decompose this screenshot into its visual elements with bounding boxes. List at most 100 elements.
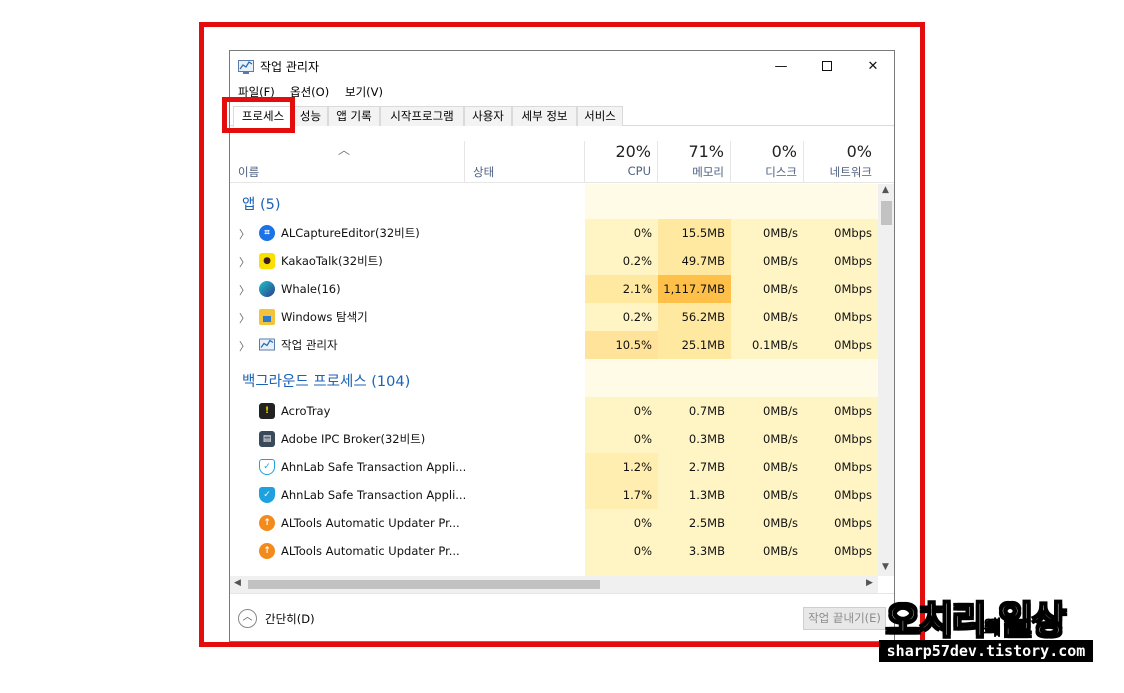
scroll-up-icon[interactable]: ▲ — [882, 185, 889, 195]
process-disk: 0MB/s — [731, 247, 804, 275]
process-row[interactable]: ✓ AhnLab Safe Transaction Appli... 1.2% … — [230, 453, 878, 481]
scroll-left-icon[interactable]: ◀ — [234, 578, 241, 588]
tab-details[interactable]: 세부 정보 — [512, 106, 577, 126]
process-memory: 2.5MB — [658, 509, 731, 537]
process-row[interactable]: 〉 작업 관리자 10.5% 25.1MB 0.1MB/s 0Mbps — [230, 331, 878, 359]
process-name: AhnLab Safe Transaction Appli... — [281, 460, 467, 474]
horizontal-scrollbar[interactable]: ◀ ▶ — [230, 576, 878, 593]
altools-updater-icon: ↑ — [259, 543, 275, 559]
maximize-icon — [822, 61, 832, 71]
menu-view[interactable]: 보기(V) — [345, 84, 383, 100]
process-memory: 1,117.7MB — [658, 275, 731, 303]
network-label: 네트워크 — [829, 165, 872, 179]
window-title: 작업 관리자 — [260, 60, 320, 74]
process-network: 0Mbps — [804, 331, 878, 359]
process-disk: 0MB/s — [731, 453, 804, 481]
tab-bar: 프로세스 성능 앱 기록 시작프로그램 사용자 세부 정보 서비스 — [230, 106, 894, 127]
process-cpu: 10.5% — [585, 331, 658, 359]
process-net-partial — [804, 565, 878, 576]
chevron-right-icon[interactable]: 〉 — [239, 226, 250, 242]
process-mem-partial — [658, 565, 731, 576]
process-memory: 0.7MB — [658, 397, 731, 425]
horizontal-scroll-thumb[interactable] — [248, 580, 600, 589]
process-row[interactable]: ↑ ALTools Automatic Updater Pr... 0% 3.3… — [230, 537, 878, 565]
column-memory[interactable]: 71% 메모리 — [658, 141, 731, 183]
group-disk-fill — [731, 359, 804, 397]
process-network: 0Mbps — [804, 275, 878, 303]
chevron-right-icon[interactable]: 〉 — [239, 338, 250, 354]
group-mem-fill — [658, 359, 731, 397]
process-row[interactable]: ! AcroTray 0% 0.7MB 0MB/s 0Mbps — [230, 397, 878, 425]
process-disk: 0MB/s — [731, 537, 804, 565]
scroll-down-icon[interactable]: ▼ — [882, 562, 889, 572]
group-cpu-fill — [585, 359, 658, 397]
process-disk: 0MB/s — [731, 397, 804, 425]
process-row[interactable]: ✓ AhnLab Safe Transaction Appli... 1.7% … — [230, 481, 878, 509]
network-total: 0% — [846, 142, 872, 161]
process-network: 0Mbps — [804, 481, 878, 509]
process-network: 0Mbps — [804, 537, 878, 565]
process-cpu: 1.7% — [585, 481, 658, 509]
fewer-details-link[interactable]: 간단히(D) — [265, 611, 315, 627]
menu-options[interactable]: 옵션(O) — [290, 84, 329, 100]
process-row[interactable]: 〉 ● KakaoTalk(32비트) 0.2% 49.7MB 0MB/s 0M… — [230, 247, 878, 275]
column-name[interactable]: ︿ 이름 — [230, 141, 465, 183]
chevron-right-icon[interactable]: 〉 — [239, 310, 250, 326]
process-cpu: 0% — [585, 509, 658, 537]
adobe-ipc-icon: ▤ — [259, 431, 275, 447]
minimize-icon: — — [774, 58, 788, 74]
memory-label: 메모리 — [692, 165, 724, 179]
disk-total: 0% — [771, 142, 797, 161]
column-status[interactable]: 상태 — [465, 141, 585, 183]
process-network: 0Mbps — [804, 247, 878, 275]
process-disk: 0MB/s — [731, 303, 804, 331]
column-disk[interactable]: 0% 디스크 — [731, 141, 804, 183]
end-task-button[interactable]: 작업 끝내기(E) — [803, 607, 886, 630]
maximize-button[interactable] — [804, 51, 850, 81]
process-row[interactable]: ▤ Adobe IPC Broker(32비트) 0% 0.3MB 0MB/s … — [230, 425, 878, 453]
process-row[interactable]: 〉 Whale(16) 2.1% 1,117.7MB 0MB/s 0Mbps — [230, 275, 878, 303]
process-row[interactable]: 〉 Windows 탐색기 0.2% 56.2MB 0MB/s 0Mbps — [230, 303, 878, 331]
chevron-right-icon[interactable]: 〉 — [239, 282, 250, 298]
process-row[interactable]: ↑ ALTools Automatic Updater Pr... 0% 2.5… — [230, 509, 878, 537]
group-title-apps: 앱 (5) — [242, 197, 281, 213]
vertical-scroll-thumb[interactable] — [881, 201, 892, 225]
watermark-title-end: 일상 — [998, 598, 1067, 643]
process-memory: 25.1MB — [658, 331, 731, 359]
process-cpu: 0% — [585, 537, 658, 565]
column-status-label: 상태 — [473, 165, 495, 179]
tab-app-history[interactable]: 앱 기록 — [328, 106, 380, 126]
group-header-background: 백그라운드 프로세스 (104) — [230, 359, 878, 397]
tab-performance[interactable]: 성능 — [293, 106, 328, 126]
close-icon: ✕ — [867, 58, 879, 74]
tab-users[interactable]: 사용자 — [464, 106, 512, 126]
scroll-right-icon[interactable]: ▶ — [866, 578, 873, 588]
column-network[interactable]: 0% 네트워크 — [804, 141, 878, 183]
process-name: ALTools Automatic Updater Pr... — [281, 516, 460, 530]
process-row[interactable]: 〉 ⌗ ALCaptureEditor(32비트) 0% 15.5MB 0MB/… — [230, 219, 878, 247]
column-cpu[interactable]: 20% CPU — [585, 141, 658, 183]
process-network: 0Mbps — [804, 509, 878, 537]
watermark-title-small: 의 — [984, 617, 1000, 638]
close-button[interactable]: ✕ — [850, 51, 894, 81]
minimize-button[interactable]: — — [758, 51, 804, 81]
task-manager-icon — [238, 60, 254, 74]
process-network: 0Mbps — [804, 219, 878, 247]
ahnlab-shield-icon: ✓ — [259, 487, 275, 503]
process-name: ALCaptureEditor(32비트) — [281, 226, 420, 240]
process-network: 0Mbps — [804, 453, 878, 481]
chevron-up-icon[interactable]: ︿ — [238, 609, 257, 628]
watermark-url: sharp57dev.tistory.com — [879, 640, 1093, 662]
process-memory: 2.7MB — [658, 453, 731, 481]
ahnlab-shield-icon: ✓ — [259, 459, 275, 475]
task-manager-window: 작업 관리자 — ✕ 파일(F) 옵션(O) 보기(V) 프로세스 성능 앱 기… — [229, 50, 895, 642]
process-memory: 49.7MB — [658, 247, 731, 275]
process-network: 0Mbps — [804, 425, 878, 453]
tab-startup[interactable]: 시작프로그램 — [380, 106, 464, 126]
process-disk: 0MB/s — [731, 219, 804, 247]
title-bar[interactable]: 작업 관리자 — ✕ — [230, 51, 894, 81]
chevron-right-icon[interactable]: 〉 — [239, 254, 250, 270]
tab-services[interactable]: 서비스 — [577, 106, 623, 126]
vertical-scrollbar[interactable]: ▲ ▼ — [878, 184, 894, 576]
group-net-fill — [804, 359, 878, 397]
